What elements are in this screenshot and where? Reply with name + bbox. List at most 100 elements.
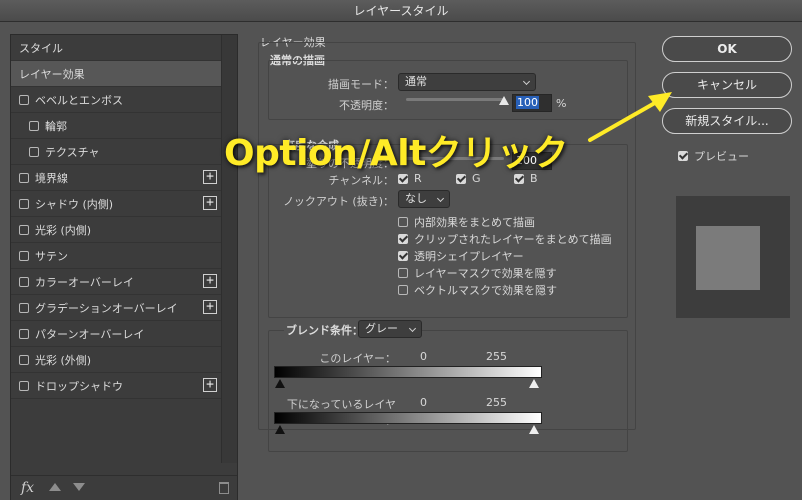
preview-checkbox-box[interactable] bbox=[678, 151, 688, 161]
trash-icon[interactable] bbox=[219, 482, 229, 494]
annotation-text: Option/Altクリック bbox=[224, 133, 568, 174]
ok-button[interactable]: OK bbox=[662, 36, 792, 62]
move-up-icon[interactable] bbox=[49, 483, 61, 491]
styles-list: スタイルレイヤー効果ベベルとエンボス輪郭テクスチャ境界線 + シャドウ (内側) + 光… bbox=[11, 35, 223, 399]
style-list-item-label: スタイル bbox=[19, 41, 63, 55]
style-list-item-label: グラデーションオーバーレイ bbox=[35, 301, 178, 315]
blend-mode-value: 通常 bbox=[405, 75, 427, 88]
underlying-layer-min: 0 bbox=[420, 396, 427, 409]
add-effect-icon[interactable]: + bbox=[203, 300, 217, 314]
this-layer-black-thumb[interactable] bbox=[275, 379, 285, 388]
advanced-option-checkbox[interactable]: レイヤーマスクで効果を隠す bbox=[398, 265, 557, 281]
fx-icon[interactable]: fx bbox=[21, 480, 34, 496]
style-checkbox[interactable] bbox=[19, 302, 29, 313]
style-list-item-label: レイヤー効果 bbox=[19, 67, 85, 81]
style-checkbox[interactable] bbox=[19, 224, 29, 235]
opacity-value: 100 bbox=[516, 96, 539, 109]
opacity-slider-thumb[interactable] bbox=[499, 96, 509, 105]
styles-list-footer: fx bbox=[11, 475, 237, 500]
add-effect-icon[interactable]: + bbox=[203, 196, 217, 210]
layer-style-dialog: スタイルレイヤー効果ベベルとエンボス輪郭テクスチャ境界線 + シャドウ (内側) + 光… bbox=[0, 22, 802, 500]
underlying-layer-black-thumb[interactable] bbox=[275, 425, 285, 434]
advanced-option-box[interactable] bbox=[398, 285, 408, 295]
advanced-option-label: レイヤーマスクで効果を隠す bbox=[414, 267, 557, 280]
style-list-item[interactable]: ベベルとエンボス bbox=[11, 87, 223, 113]
blend-if-select[interactable]: グレー bbox=[358, 320, 422, 338]
add-effect-icon[interactable]: + bbox=[203, 378, 217, 392]
knockout-label: ノックアウト (抜き)： bbox=[283, 195, 394, 208]
advanced-option-label: 内部効果をまとめて描画 bbox=[414, 216, 535, 229]
blend-if-group bbox=[268, 330, 628, 452]
style-list-item-label: 輪郭 bbox=[45, 119, 67, 133]
style-list-item[interactable]: レイヤー効果 bbox=[11, 61, 223, 87]
style-checkbox[interactable] bbox=[19, 276, 29, 287]
style-list-item-label: ドロップシャドウ bbox=[35, 379, 123, 393]
blend-mode-select[interactable]: 通常 bbox=[398, 73, 536, 91]
style-list-item-label: カラーオーバーレイ bbox=[35, 275, 134, 289]
advanced-option-label: ベクトルマスクで効果を隠す bbox=[414, 284, 557, 297]
knockout-select[interactable]: なし bbox=[398, 190, 450, 208]
style-list-item[interactable]: シャドウ (内側) + bbox=[11, 191, 223, 217]
window-title: レイヤースタイル bbox=[0, 0, 802, 22]
advanced-option-box[interactable] bbox=[398, 251, 408, 261]
style-list-item[interactable]: カラーオーバーレイ + bbox=[11, 269, 223, 295]
preview-checkbox[interactable]: プレビュー bbox=[678, 148, 749, 164]
style-checkbox[interactable] bbox=[19, 380, 29, 391]
advanced-option-checkbox[interactable]: クリップされたレイヤーをまとめて描画 bbox=[398, 231, 612, 247]
underlying-layer-max: 255 bbox=[486, 396, 507, 409]
chevron-down-icon bbox=[408, 324, 417, 333]
style-checkbox[interactable] bbox=[19, 354, 29, 365]
style-checkbox[interactable] bbox=[19, 198, 29, 209]
style-list-item[interactable]: 光彩 (外側) bbox=[11, 347, 223, 373]
opacity-slider[interactable] bbox=[406, 98, 504, 101]
style-checkbox[interactable] bbox=[19, 328, 29, 339]
opacity-unit: % bbox=[556, 97, 567, 110]
style-list-item-label: 境界線 bbox=[35, 171, 68, 185]
advanced-option-box[interactable] bbox=[398, 234, 408, 244]
advanced-option-checkbox[interactable]: ベクトルマスクで効果を隠す bbox=[398, 282, 557, 298]
add-effect-icon[interactable]: + bbox=[203, 274, 217, 288]
style-list-item[interactable]: 境界線 + bbox=[11, 165, 223, 191]
chevron-down-icon bbox=[522, 77, 531, 86]
style-list-item-label: 光彩 (外側) bbox=[35, 353, 92, 367]
style-checkbox[interactable] bbox=[19, 250, 29, 261]
blend-if-value: グレー bbox=[365, 322, 398, 335]
style-list-item[interactable]: グラデーションオーバーレイ + bbox=[11, 295, 223, 321]
preview-swatch bbox=[696, 226, 760, 290]
style-checkbox[interactable] bbox=[29, 120, 39, 131]
style-list-item[interactable]: ドロップシャドウ + bbox=[11, 373, 223, 399]
new-style-button[interactable]: 新規スタイル... bbox=[662, 108, 792, 134]
advanced-option-checkbox[interactable]: 内部効果をまとめて描画 bbox=[398, 214, 535, 230]
opacity-input[interactable]: 100 bbox=[512, 94, 552, 112]
style-list-item[interactable]: 輪郭 bbox=[11, 113, 223, 139]
style-checkbox[interactable] bbox=[19, 172, 29, 183]
advanced-option-label: クリップされたレイヤーをまとめて描画 bbox=[414, 233, 612, 246]
advanced-option-box[interactable] bbox=[398, 217, 408, 227]
advanced-option-checkbox[interactable]: 透明シェイプレイヤー bbox=[398, 248, 524, 264]
style-list-item[interactable]: スタイル bbox=[11, 35, 223, 61]
style-list-item-label: シャドウ (内側) bbox=[35, 197, 114, 211]
this-layer-white-thumb[interactable] bbox=[529, 379, 539, 388]
styles-list-scrollbar[interactable] bbox=[221, 35, 237, 463]
style-checkbox[interactable] bbox=[19, 94, 29, 105]
this-layer-max: 255 bbox=[486, 350, 507, 363]
add-effect-icon[interactable]: + bbox=[203, 170, 217, 184]
cancel-button[interactable]: キャンセル bbox=[662, 72, 792, 98]
style-list-item[interactable]: サテン bbox=[11, 243, 223, 269]
underlying-layer-gradient[interactable] bbox=[274, 412, 542, 424]
style-list-item[interactable]: パターンオーバーレイ bbox=[11, 321, 223, 347]
style-list-item-label: ベベルとエンボス bbox=[35, 93, 123, 107]
style-checkbox[interactable] bbox=[29, 146, 39, 157]
style-list-item[interactable]: テクスチャ bbox=[11, 139, 223, 165]
advanced-option-box[interactable] bbox=[398, 268, 408, 278]
this-layer-min: 0 bbox=[420, 350, 427, 363]
move-down-icon[interactable] bbox=[73, 483, 85, 491]
style-list-item[interactable]: 光彩 (内側) bbox=[11, 217, 223, 243]
underlying-layer-white-thumb[interactable] bbox=[529, 425, 539, 434]
this-layer-label: このレイヤー： bbox=[319, 352, 396, 365]
opacity-label: 不透明度： bbox=[339, 99, 394, 112]
layer-effects-panel: レイヤー効果 通常の描画 描画モード： 通常 不透明度： 100 % 高度な合成… bbox=[258, 34, 638, 500]
knockout-value: なし bbox=[405, 192, 427, 205]
styles-list-panel: スタイルレイヤー効果ベベルとエンボス輪郭テクスチャ境界線 + シャドウ (内側) + 光… bbox=[10, 34, 238, 500]
this-layer-gradient[interactable] bbox=[274, 366, 542, 378]
